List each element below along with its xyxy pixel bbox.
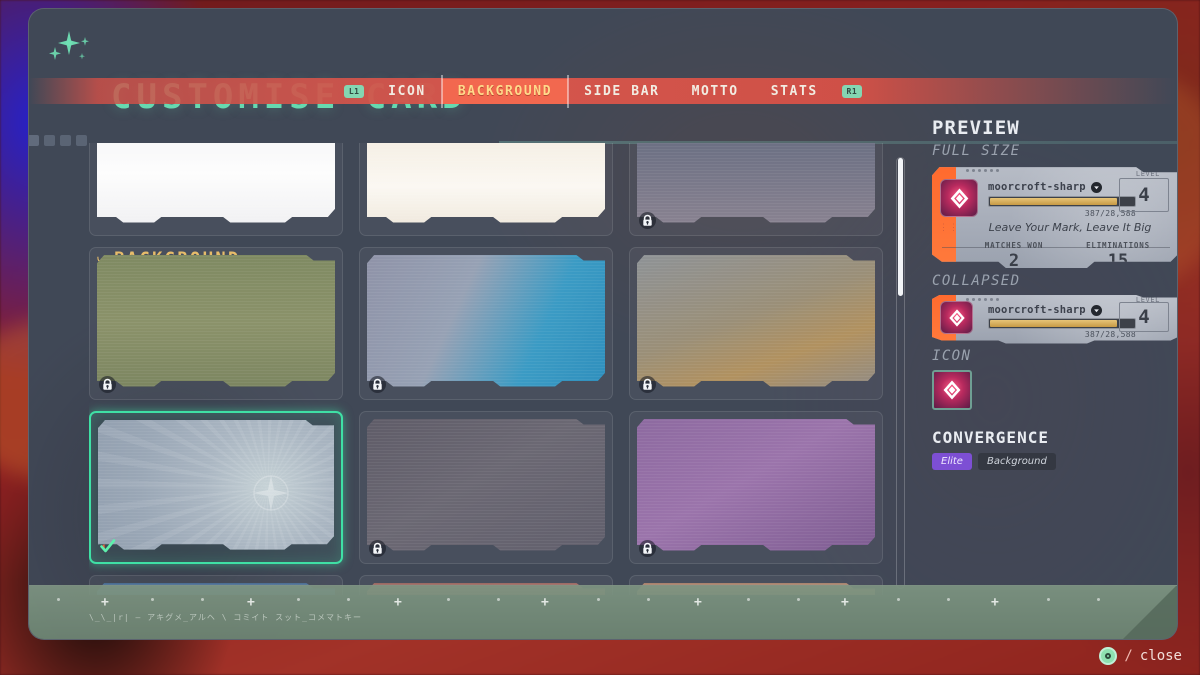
tile-thumbnail	[637, 143, 875, 223]
chip-background: Background	[977, 453, 1056, 470]
tile-thumbnail	[637, 255, 875, 387]
lock-icon	[99, 376, 116, 393]
card-level-box: 4	[1119, 178, 1169, 212]
card-xp-text: 387/28,588	[1084, 209, 1136, 218]
card-xp-bar	[988, 318, 1136, 329]
right-bumper-badge: R1	[841, 84, 862, 98]
tile-scanlines	[637, 419, 875, 551]
card-xp-bar	[988, 196, 1136, 207]
sparkle-icon	[45, 27, 93, 73]
circle-button-icon[interactable]	[1099, 647, 1118, 665]
card-player-name-row: moorcroft-sharp	[988, 304, 1102, 316]
preview-icon-swatch[interactable]	[932, 370, 972, 410]
platform-icon	[1090, 304, 1102, 316]
background-tile-2[interactable]	[359, 143, 613, 236]
background-tile-7[interactable]	[89, 411, 343, 564]
stat-value: 15	[1107, 251, 1129, 269]
tab-side-bar[interactable]: SIDE BAR	[568, 79, 675, 104]
tab-icon[interactable]: ICON	[372, 79, 442, 104]
background-tile-5[interactable]	[359, 247, 613, 400]
background-tile-9[interactable]	[629, 411, 883, 564]
card-decor-dots	[966, 169, 999, 172]
card-level-value: 4	[1138, 184, 1150, 206]
tile-scanlines	[98, 420, 334, 550]
grid-scrollbar[interactable]	[896, 157, 905, 589]
bottom-bar-corner-decor	[1123, 586, 1177, 639]
card-player-icon	[940, 179, 978, 217]
bottom-status-bar: + + + + + + + \_\_|r| — アキグメ_アルヘ \ コミイト …	[29, 585, 1177, 639]
tab-background[interactable]: BACKGROUND	[440, 74, 570, 108]
tile-thumbnail	[97, 255, 335, 387]
card-stat-matches-won: MATCHES WON 2	[962, 241, 1066, 269]
left-bumper-badge: L1	[344, 84, 365, 98]
preview-icon-label: ICON	[932, 348, 972, 364]
background-tile-3[interactable]	[629, 143, 883, 236]
card-stat-row: MATCHES WON 2 ELIMINATIONS 15	[962, 241, 1170, 269]
tile-thumbnail	[97, 143, 335, 223]
background-grid-viewport[interactable]	[89, 143, 897, 595]
preview-card-full[interactable]: moorcroft-sharp 387/28,588 LEVEL 4 ⋮⋮ Le…	[932, 167, 1177, 269]
tile-thumbnail	[367, 143, 605, 223]
tab-stats[interactable]: STATS	[755, 79, 834, 104]
tab-list: L1 ICON BACKGROUND SIDE BAR MOTTO STATS …	[336, 74, 870, 108]
chip-elite: Elite	[932, 453, 972, 470]
close-separator: /	[1124, 648, 1133, 664]
card-decor-dots	[966, 298, 999, 301]
lock-icon	[369, 376, 386, 393]
card-player-name-row: moorcroft-sharp	[988, 181, 1102, 193]
card-motto: Leave Your Mark, Leave It Big	[988, 221, 1152, 234]
stat-value: 2	[1008, 251, 1020, 269]
close-control[interactable]: / close	[1099, 647, 1182, 665]
card-player-name: moorcroft-sharp	[988, 181, 1086, 193]
tile-scanlines	[97, 143, 335, 223]
lock-icon	[639, 212, 656, 229]
card-player-name: moorcroft-sharp	[988, 304, 1086, 316]
tab-bar: L1 ICON BACKGROUND SIDE BAR MOTTO STATS …	[29, 74, 1177, 108]
bottom-bar-glyph-text: \_\_|r| — アキグメ_アルヘ \ コミイト スット_コメマトキー	[89, 613, 362, 622]
grid-scrollbar-thumb[interactable]	[898, 158, 903, 296]
card-level-label: LEVEL	[1135, 170, 1160, 178]
card-level-box: 4	[1119, 302, 1169, 332]
stat-label: MATCHES WON	[984, 241, 1044, 250]
close-label: close	[1139, 648, 1182, 664]
card-level-value: 4	[1138, 306, 1150, 328]
tile-thumbnail	[367, 419, 605, 551]
background-tile-1[interactable]	[89, 143, 343, 236]
tile-thumbnail	[637, 419, 875, 551]
preview-card-collapsed[interactable]: moorcroft-sharp 387/28,588 LEVEL 4	[932, 295, 1177, 344]
preview-heading: PREVIEW	[932, 117, 1020, 139]
tile-thumbnail	[98, 420, 334, 550]
tile-scanlines	[367, 143, 605, 223]
tile-thumbnail	[367, 255, 605, 387]
customise-card-panel: CUSTOMISE CARD L1 ICON BACKGROUND SIDE B…	[28, 8, 1178, 640]
convergence-chips: Elite Background	[932, 453, 1177, 470]
tile-scanlines	[637, 143, 875, 223]
preview-panel: PREVIEW FULL SIZE moorcroft-sharp 387/28…	[932, 117, 1177, 470]
card-xp-text: 387/28,588	[1084, 330, 1136, 339]
tile-scanlines	[97, 255, 335, 387]
tile-scanlines	[367, 255, 605, 387]
bottom-bar-ticks: + + + + + + +	[29, 596, 1177, 609]
convergence-heading: CONVERGENCE	[932, 428, 1049, 447]
stat-label: ELIMINATIONS	[1086, 241, 1150, 250]
platform-icon	[1090, 181, 1102, 193]
card-grip-icon: ⋮⋮	[939, 223, 959, 233]
tile-scanlines	[637, 255, 875, 387]
check-icon	[99, 536, 119, 556]
card-stat-eliminations: ELIMINATIONS 15	[1066, 241, 1170, 269]
tab-motto[interactable]: MOTTO	[676, 79, 755, 104]
screen-root: CUSTOMISE CARD L1 ICON BACKGROUND SIDE B…	[0, 0, 1200, 675]
preview-full-size-label: FULL SIZE	[932, 143, 1021, 159]
background-tile-6[interactable]	[629, 247, 883, 400]
lock-icon	[639, 376, 656, 393]
lock-icon	[369, 540, 386, 557]
card-player-icon	[940, 301, 973, 334]
preview-collapsed-label: COLLAPSED	[932, 273, 1021, 289]
lock-icon	[639, 540, 656, 557]
tile-scanlines	[367, 419, 605, 551]
background-tile-8[interactable]	[359, 411, 613, 564]
background-tile-4[interactable]	[89, 247, 343, 400]
background-grid	[89, 143, 897, 595]
